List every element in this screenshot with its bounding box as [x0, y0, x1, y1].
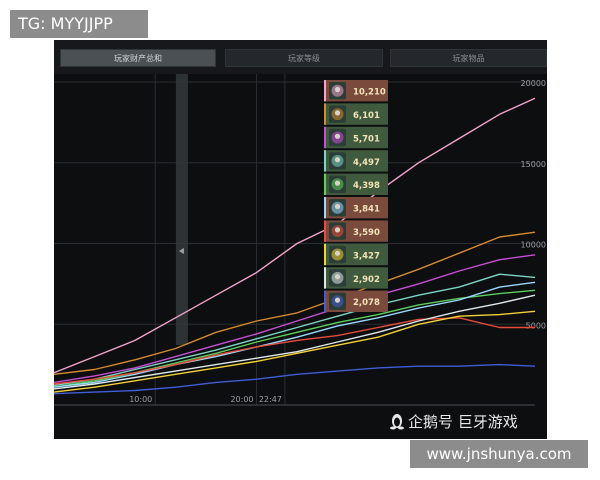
- watermark-qq-text: 企鹅号 巨牙游戏: [408, 413, 518, 431]
- watermark-tg-label: TG: MYYJJPP: [10, 10, 148, 38]
- leaderboard-value: 4,398: [353, 181, 380, 191]
- net-worth-line-chart: 5000 10000 15000 20000 10:00 20:00 22:47 10,210…: [54, 74, 546, 406]
- leaderboard-row: 3,590: [324, 220, 388, 242]
- leaderboard-row: 6,101: [324, 103, 388, 125]
- hero-portrait-icon: [329, 128, 346, 147]
- leaderboard-row: 3,427: [324, 243, 388, 266]
- leaderboard-row: 4,497: [324, 150, 388, 172]
- player-color-bar: [324, 173, 326, 195]
- player-color-bar: [324, 197, 326, 219]
- y-tick-label: 20000: [521, 79, 546, 88]
- leaderboard-value: 10,210: [353, 88, 386, 98]
- hero-portrait-icon: [329, 199, 346, 217]
- x-tick-label: 20:00: [230, 395, 253, 404]
- y-tick-label: 5000: [526, 321, 546, 330]
- player-color-bar: [324, 150, 326, 172]
- penguin-icon: [390, 414, 404, 430]
- leaderboard-row: 3,841: [324, 197, 388, 219]
- hero-portrait-icon: [329, 152, 346, 170]
- player-color-bar: [324, 103, 326, 125]
- hero-portrait-icon: [329, 245, 346, 264]
- leaderboard-value: 2,902: [353, 275, 380, 285]
- tab-bar: 玩家财产总和 玩家等级 玩家物品: [54, 40, 547, 74]
- watermark-qq-label: 企鹅号 巨牙游戏: [390, 412, 518, 432]
- hero-portrait-icon: [329, 105, 346, 123]
- y-tick-label: 15000: [521, 160, 546, 169]
- player-color-bar: [324, 267, 326, 289]
- leaderboard-value: 4,497: [353, 158, 380, 168]
- tab-total-net-worth[interactable]: 玩家财产总和: [60, 49, 216, 67]
- leaderboard-value: 5,701: [353, 134, 380, 144]
- player-net-worth-line: [54, 273, 536, 387]
- leaderboard-value: 2,078: [353, 298, 380, 308]
- net-worth-panel: 玩家财产总和 玩家等级 玩家物品 5000 10000 15000 20000 10:0…: [54, 40, 547, 439]
- net-worth-leaderboard: 10,210 6,101 5,701 4,497 4,398 3,841 3,590 3,42…: [324, 80, 388, 312]
- leaderboard-value: 3,427: [353, 251, 380, 261]
- player-color-bar: [324, 243, 326, 266]
- player-color-bar: [324, 126, 326, 149]
- player-net-worth-line: [54, 289, 536, 388]
- watermark-site-label: www.jnshunya.com: [410, 440, 588, 468]
- player-color-bar: [324, 80, 326, 102]
- leaderboard-value: 3,841: [353, 205, 380, 215]
- player-net-worth-line: [54, 231, 536, 375]
- x-tick-label: 10:00: [129, 395, 152, 404]
- hero-portrait-icon: [329, 222, 346, 240]
- x-tick-label: 22:47: [259, 395, 282, 404]
- player-color-bar: [324, 290, 326, 312]
- time-scrubber[interactable]: [175, 74, 188, 345]
- hero-portrait-icon: [329, 175, 346, 193]
- leaderboard-row: 4,398: [324, 173, 388, 195]
- tab-player-items[interactable]: 玩家物品: [390, 49, 547, 67]
- leaderboard-value: 6,101: [353, 111, 380, 121]
- hero-portrait-icon: [329, 269, 346, 287]
- tab-player-level[interactable]: 玩家等级: [225, 49, 383, 67]
- y-tick-label: 10000: [521, 241, 546, 250]
- leaderboard-row: 2,078: [324, 290, 388, 312]
- player-color-bar: [324, 220, 326, 242]
- player-net-worth-line: [54, 97, 536, 374]
- leaderboard-row: 2,902: [324, 267, 388, 289]
- leaderboard-value: 3,590: [353, 228, 380, 238]
- leaderboard-row: 5,701: [324, 126, 388, 149]
- leaderboard-row: 10,210: [324, 80, 388, 102]
- hero-portrait-icon: [329, 292, 346, 310]
- hero-portrait-icon: [329, 82, 346, 100]
